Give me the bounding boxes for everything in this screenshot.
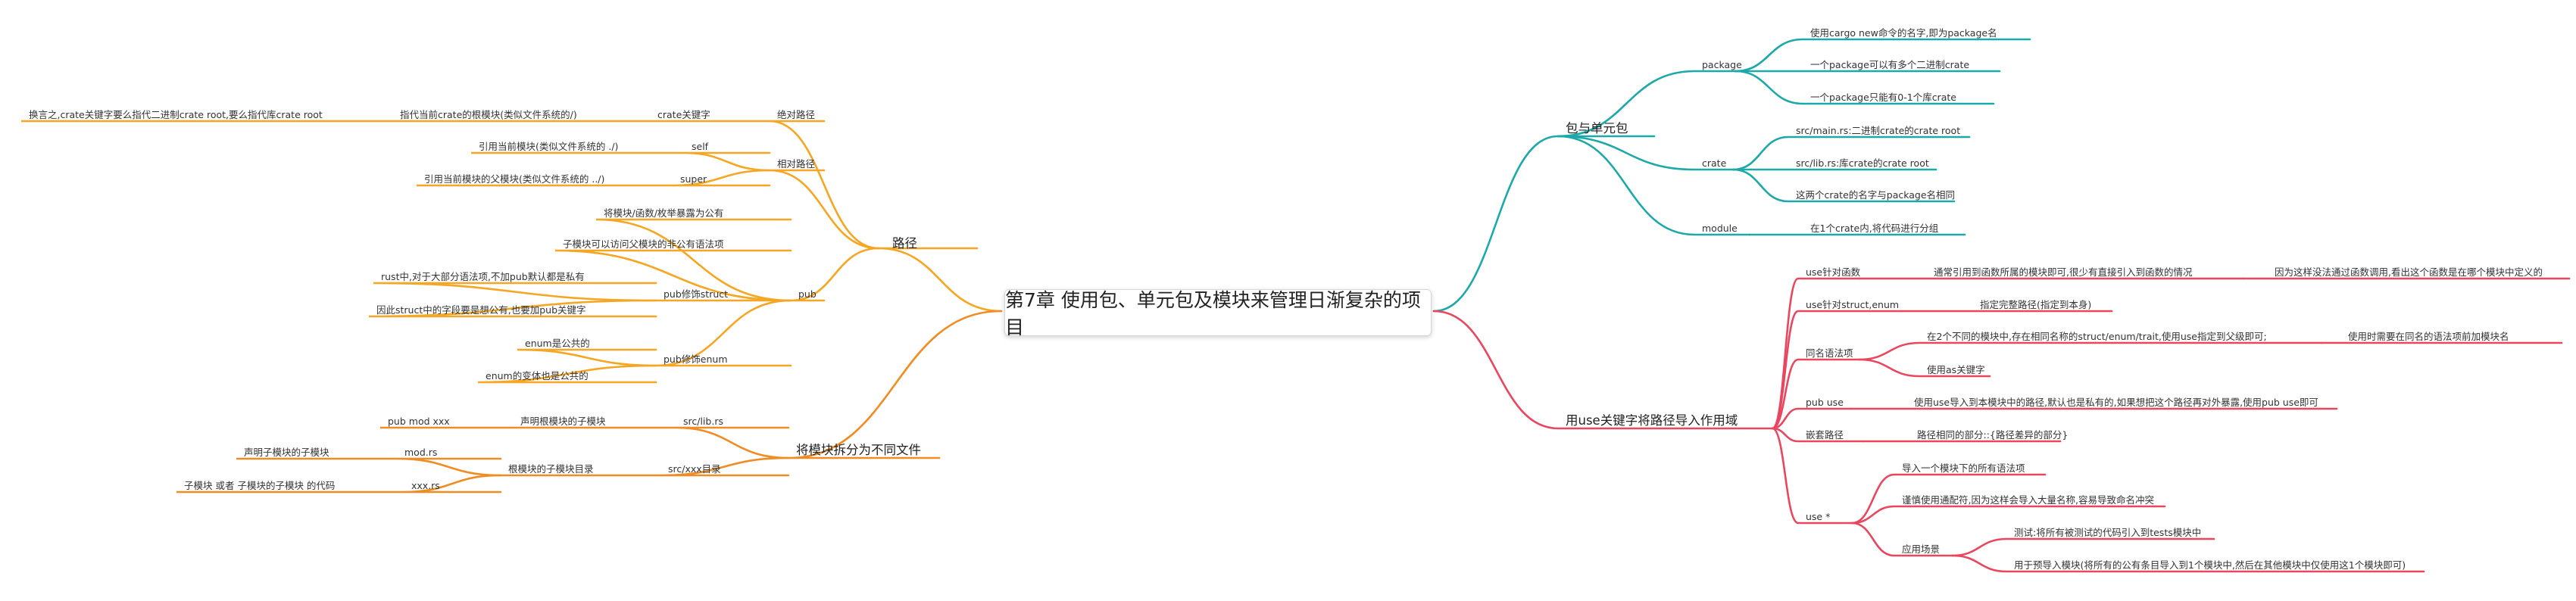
node-crate-item-3[interactable]: 这两个crate的名字与package名相同 — [1796, 189, 1955, 201]
branch-use-keyword[interactable]: 用use关键字将路径导入作用域 — [1566, 413, 1738, 428]
node-crate-item-2[interactable]: src/lib.rs:库crate的crate root — [1796, 157, 1929, 170]
connector-use — [1432, 310, 1774, 430]
node-crate-keyword[interactable]: crate关键字 — [657, 109, 710, 121]
node-glob-scene-prelude[interactable]: 用于预导入模块(将所有的公有条目导入到1个模块中,然后在其他模块中仅使用这1个模… — [2014, 559, 2406, 571]
node-use-struct-enum-desc[interactable]: 指定完整路径(指定到本身) — [1980, 299, 2091, 311]
node-module-desc[interactable]: 在1个crate内,将代码进行分组 — [1810, 223, 1938, 235]
connector-use — [1850, 505, 2166, 525]
node-pub[interactable]: pub — [798, 288, 817, 300]
node-pub-use[interactable]: pub use — [1806, 397, 1844, 409]
connector-use — [1771, 427, 1853, 525]
node-crate[interactable]: crate — [1702, 157, 1726, 170]
node-nested-path[interactable]: 嵌套路径 — [1806, 429, 1844, 441]
node-absolute-path[interactable]: 绝对路径 — [777, 109, 815, 121]
node-pub-struct-item1[interactable]: rust中,对于大部分语法项,不加pub默认都是私有 — [381, 271, 585, 283]
node-package-item-2[interactable]: 一个package可以有多个二进制crate — [1810, 59, 1969, 71]
node-super-desc[interactable]: 引用当前模块的父模块(类似文件系统的 ../) — [424, 173, 604, 185]
branch-path[interactable]: 路径 — [892, 236, 917, 251]
node-pub-enum[interactable]: pub修饰enum — [664, 353, 728, 366]
node-super[interactable]: super — [680, 173, 707, 185]
node-pub-child-access[interactable]: 子模块可以访问父模块的非公有语法项 — [563, 238, 724, 251]
node-use-fn[interactable]: use针对函数 — [1806, 266, 1860, 279]
node-module[interactable]: module — [1702, 223, 1738, 235]
root-topic[interactable]: 第7章 使用包、单元包及模块来管理日渐复杂的项目 — [1004, 289, 1432, 338]
connector-path — [769, 120, 880, 250]
connector-files — [788, 310, 1003, 459]
node-crate-keyword-desc[interactable]: 指代当前crate的根模块(类似文件系统的/) — [400, 109, 577, 121]
node-pub-struct[interactable]: pub修饰struct — [664, 288, 728, 300]
node-use-fn-reason[interactable]: 因为这样没法通过函数调用,看出这个函数是在哪个模块中定义的 — [2275, 266, 2543, 279]
node-pub-use-desc[interactable]: 使用use导入到本模块中的路径,默认也是私有的,如果想把这个路径再对外暴露,使用… — [1914, 397, 2318, 409]
node-same-name-desc[interactable]: 在2个不同的模块中,存在相同名称的struct/enum/trait,使用use… — [1927, 331, 2267, 343]
connector-path — [769, 169, 880, 250]
node-crate-item-1[interactable]: src/main.rs:二进制crate的crate root — [1796, 125, 1960, 137]
node-self[interactable]: self — [692, 141, 708, 153]
connector-path — [878, 247, 1003, 313]
node-use-as[interactable]: 使用as关键字 — [1927, 364, 1985, 376]
node-same-name-note[interactable]: 使用时需要在同名的语法项前加模块名 — [2348, 331, 2509, 343]
node-pub-expose[interactable]: 将模块/函数/枚举暴露为公有 — [604, 207, 723, 220]
node-nested-path-desc[interactable]: 路径相同的部分::{路径差异的部分} — [1917, 429, 2068, 441]
node-package[interactable]: package — [1702, 59, 1742, 71]
connector-use — [1951, 537, 2215, 557]
node-glob-scene-test[interactable]: 测试:将所有被测试的代码引入到tests模块中 — [2014, 527, 2201, 539]
connector-files — [396, 457, 502, 477]
node-glob-all[interactable]: 导入一个模块下的所有语法项 — [1902, 462, 2025, 475]
node-glob-caution[interactable]: 谨慎使用通配符,因为这样会导入大量名称,容易导致命名冲突 — [1902, 494, 2154, 506]
node-pub-enum-item2[interactable]: enum的变体也是公共的 — [486, 370, 589, 382]
branch-package-crate[interactable]: 包与单元包 — [1566, 121, 1628, 136]
connector-files — [675, 426, 790, 459]
node-relative-path[interactable]: 相对路径 — [777, 158, 815, 170]
branch-split-files[interactable]: 将模块拆分为不同文件 — [796, 443, 921, 458]
node-mod-rs-desc[interactable]: 声明子模块的子模块 — [244, 447, 329, 459]
node-src-lib[interactable]: src/lib.rs — [683, 416, 723, 428]
node-src-dir[interactable]: src/xxx目录 — [668, 463, 721, 475]
node-use-struct-enum[interactable]: use针对struct,enum — [1806, 299, 1899, 311]
node-xxx-rs-desc[interactable]: 子模块 或者 子模块的子模块 的代码 — [184, 480, 335, 492]
node-self-desc[interactable]: 引用当前模块(类似文件系统的 ./) — [479, 141, 618, 153]
connector-path — [517, 348, 657, 367]
node-glob-scene[interactable]: 应用场景 — [1902, 543, 1940, 556]
node-xxx-rs[interactable]: xxx.rs — [411, 480, 440, 492]
node-same-name[interactable]: 同名语法项 — [1806, 347, 1853, 360]
connector-package — [1557, 135, 1751, 236]
node-use-glob[interactable]: use * — [1806, 511, 1830, 523]
connector-path — [373, 282, 657, 302]
node-pub-mod[interactable]: pub mod xxx — [388, 416, 450, 428]
node-mod-rs[interactable]: mod.rs — [404, 447, 437, 459]
node-use-fn-desc[interactable]: 通常引用到函数所属的模块即可,很少有直接引入到函数的情况 — [1934, 266, 2192, 279]
node-submodule-dir[interactable]: 根模块的子模块目录 — [508, 463, 594, 475]
connector-package — [1432, 135, 1656, 313]
node-declare-submodule[interactable]: 声明根模块的子模块 — [520, 416, 606, 428]
node-package-item-1[interactable]: 使用cargo new命令的名字,即为package名 — [1810, 27, 1997, 39]
node-pub-enum-item1[interactable]: enum是公共的 — [525, 338, 590, 350]
connector-path — [683, 151, 771, 172]
node-pub-struct-item2[interactable]: 因此struct中的字段要是想公有,也要加pub关键字 — [376, 304, 586, 316]
connector-use — [1771, 407, 1853, 430]
connector-use — [1858, 341, 2323, 361]
node-crate-keyword-note[interactable]: 换言之,crate关键字要么指代二进制crate root,要么指代库crate… — [29, 109, 323, 121]
node-package-item-3[interactable]: 一个package只能有0-1个库crate — [1810, 92, 1956, 104]
